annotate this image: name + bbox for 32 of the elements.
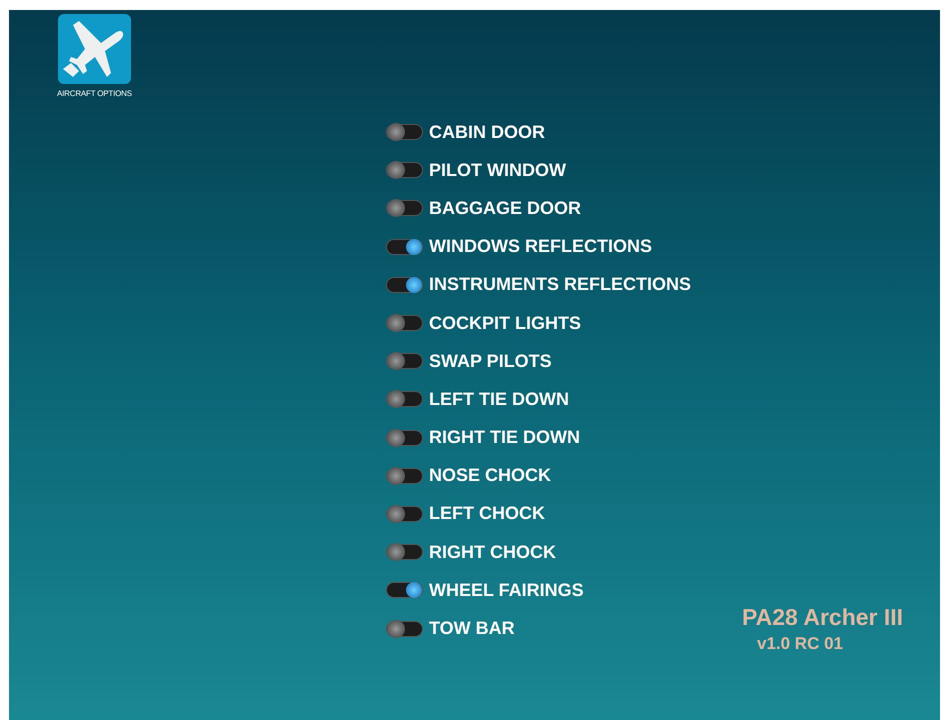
icon-label: AIRCRAFT OPTIONS [57, 88, 132, 100]
toggle-switch[interactable] [386, 276, 423, 293]
toggle-switch[interactable] [386, 200, 423, 216]
option-label: WINDOWS REFLECTIONS [429, 235, 652, 258]
toggle-switch[interactable] [386, 162, 423, 178]
option-label: NOSE CHOCK [429, 464, 552, 488]
toggle-switch[interactable] [386, 468, 423, 484]
option-label: LEFT CHOCK [429, 502, 545, 526]
toggle-switch[interactable] [386, 124, 423, 140]
option-label: WHEEL FAIRINGS [429, 578, 584, 602]
toggle-switch[interactable] [386, 430, 423, 446]
toggle-switch[interactable] [386, 506, 423, 522]
option-label: RIGHT CHOCK [429, 540, 556, 564]
toggle-switch[interactable] [386, 582, 423, 598]
toggle-switch[interactable] [386, 238, 423, 255]
option-label: BAGGAGE DOOR [429, 196, 582, 220]
version-text: v1.0 RC 01 [757, 633, 844, 655]
toggle-switch[interactable] [386, 544, 423, 560]
option-label: PILOT WINDOW [429, 158, 566, 182]
airplane-icon[interactable] [58, 14, 131, 84]
option-label: INSTRUMENTS REFLECTIONS [429, 273, 692, 296]
toggle-switch[interactable] [386, 391, 423, 408]
toggle-switch[interactable] [386, 620, 423, 637]
toggle-switch[interactable] [386, 353, 423, 370]
option-label: COCKPIT LIGHTS [429, 312, 581, 335]
option-label: SWAP PILOTS [429, 350, 552, 373]
option-label: TOW BAR [429, 617, 515, 640]
option-label: RIGHT TIE DOWN [429, 426, 580, 450]
option-label: CABIN DOOR [429, 120, 545, 144]
toggle-switch[interactable] [386, 315, 423, 332]
product-name: PA28 Archer III [742, 603, 904, 632]
option-label: LEFT TIE DOWN [429, 388, 569, 411]
